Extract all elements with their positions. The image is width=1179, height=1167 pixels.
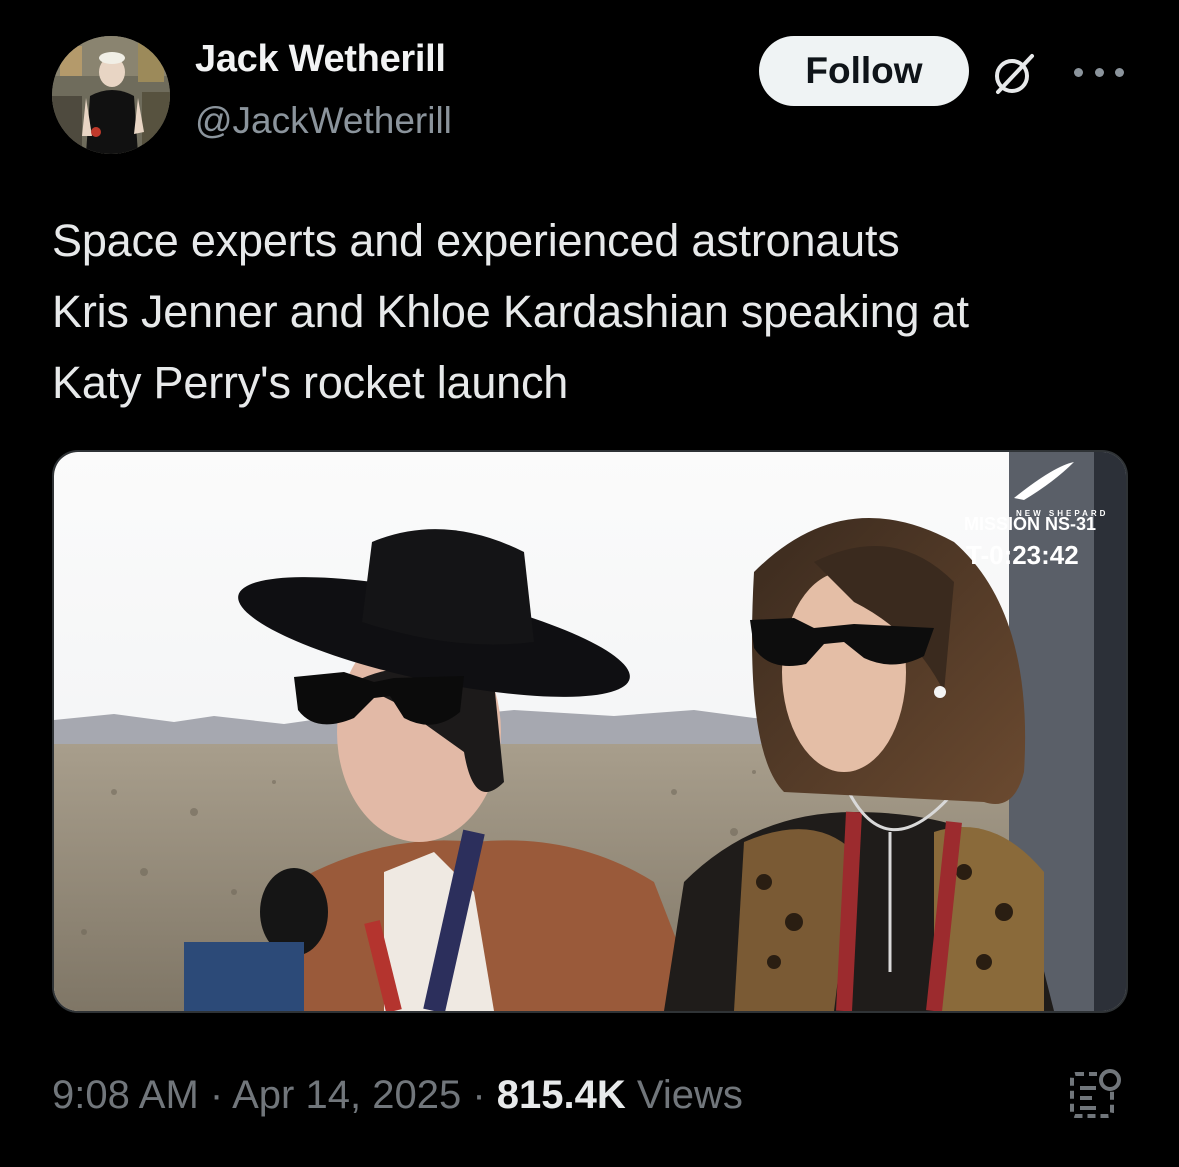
overlay-countdown: T-0:23:42 bbox=[966, 540, 1079, 570]
views-label: Views bbox=[636, 1073, 743, 1117]
author-handle[interactable]: @JackWetherill bbox=[195, 100, 452, 142]
follow-button[interactable]: Follow bbox=[759, 36, 969, 106]
tweet-video[interactable]: NEW SHEPARD MISSION NS-31 T-0:23:42 bbox=[52, 450, 1128, 1013]
avatar[interactable] bbox=[52, 36, 170, 154]
views-count: 815.4K bbox=[496, 1073, 626, 1117]
tweet-meta: 9:08 AM · Apr 14, 2025 · 815.4K Views bbox=[52, 1073, 743, 1118]
tweet-text-line: Kris Jenner and Khloe Kardashian speakin… bbox=[52, 286, 969, 337]
author-name[interactable]: Jack Wetherill bbox=[195, 38, 446, 81]
tweet-text-line: Katy Perry's rocket launch bbox=[52, 357, 569, 408]
more-dots-icon[interactable] bbox=[1074, 52, 1124, 92]
tweet-time[interactable]: 9:08 AM bbox=[52, 1073, 199, 1117]
meta-separator: · bbox=[472, 1073, 486, 1117]
overlay-mission: MISSION NS-31 bbox=[964, 514, 1096, 534]
tweet-date[interactable]: Apr 14, 2025 bbox=[232, 1073, 461, 1117]
tweet-text: Space experts and experienced astronauts… bbox=[52, 205, 1142, 418]
analytics-icon[interactable] bbox=[1066, 1066, 1122, 1122]
tweet-text-line: Space experts and experienced astronauts bbox=[52, 215, 900, 266]
grok-icon[interactable] bbox=[990, 50, 1038, 98]
tweet-header: Jack Wetherill @JackWetherill Follow bbox=[52, 36, 1132, 156]
meta-separator: · bbox=[209, 1073, 224, 1117]
